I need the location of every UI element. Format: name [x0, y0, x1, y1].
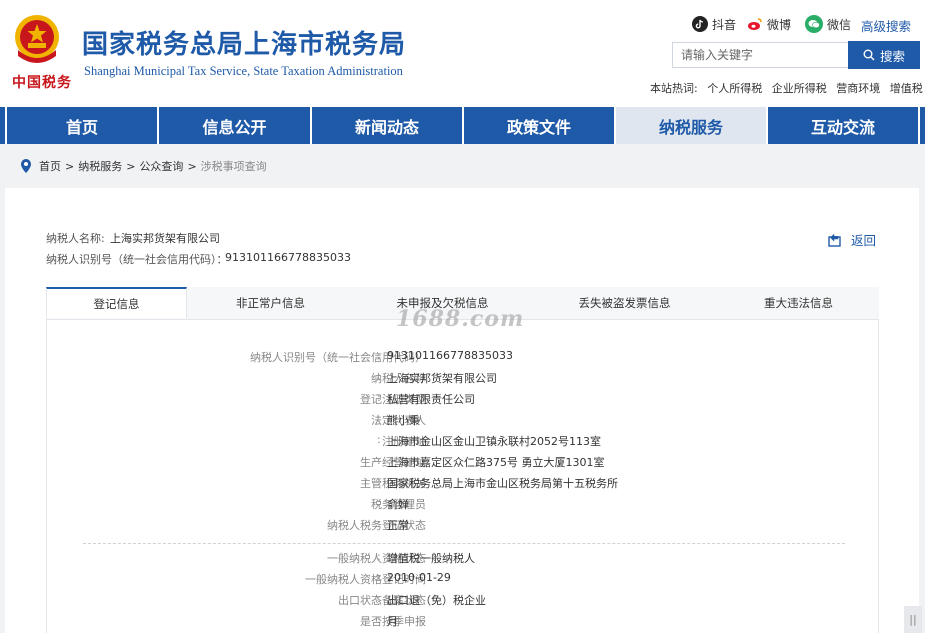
social-weibo[interactable]: 微博 — [747, 15, 791, 33]
detail-value: 上海市嘉定区众仁路375号 勇立大厦1301室 — [387, 456, 605, 469]
wechat-icon — [805, 15, 823, 33]
site-header: 中国税务 国家税务总局上海市税务局 Shanghai Municipal Tax… — [0, 0, 925, 107]
detail-value: 月 — [387, 615, 398, 628]
breadcrumb-item[interactable]: 公众查询 — [139, 158, 183, 174]
site-subtitle: Shanghai Municipal Tax Service, State Ta… — [84, 64, 403, 78]
detail-row: 纳税人名称: 上海实邦货架有限公司 — [47, 370, 880, 390]
national-emblem-icon — [15, 15, 59, 63]
detail-value: 上海市金山区金山卫镇永联村2052号113室 — [387, 435, 601, 448]
registration-detail: 纳税人识别号（统一社会信用代码）:913101166778835033 纳税人名… — [46, 319, 879, 633]
site-title[interactable]: 国家税务总局上海市税务局 — [82, 24, 406, 61]
hot-word[interactable]: 营商环境 — [836, 82, 880, 95]
detail-value: 熊小秉 — [387, 414, 420, 427]
search-input[interactable] — [672, 42, 848, 68]
detail-row: 登记注册类型: 私营有限责任公司 — [47, 391, 880, 411]
douyin-icon — [692, 16, 708, 32]
detail-value: 国家税务总局上海市金山区税务局第十五税务所 — [387, 477, 618, 490]
taxpayer-name: 上海实邦货架有限公司 — [110, 232, 220, 245]
detail-value: 俞婵 — [387, 498, 409, 511]
main-nav: 首页 信息公开 新闻动态 政策文件 纳税服务 互动交流 — [0, 107, 925, 144]
detail-value: 913101166778835033 — [387, 349, 513, 362]
nav-edge — [918, 107, 925, 144]
nav-item-news[interactable]: 新闻动态 — [310, 107, 462, 144]
detail-row: 注册地址: 上海市金山区金山卫镇永联村2052号113室 — [47, 433, 880, 453]
watermark: 1688.com — [396, 306, 525, 332]
breadcrumb-current: 涉税事项查询 — [200, 160, 267, 173]
detail-row: 是否按季申报: 月 — [47, 613, 880, 633]
tab-major-violation[interactable]: 重大违法信息 — [718, 287, 879, 319]
logo-script-text: 中国税务 — [12, 75, 72, 91]
nav-item-home[interactable]: 首页 — [5, 107, 157, 144]
detail-value: 正常 — [387, 519, 409, 532]
social-wechat[interactable]: 微信 — [805, 15, 851, 33]
breadcrumb-item[interactable]: 纳税服务 — [78, 158, 122, 174]
back-icon — [828, 233, 841, 247]
detail-value: 增值税一般纳税人 — [387, 552, 475, 565]
breadcrumb: 首页 > 纳税服务 > 公众查询 > 涉税事项查询 — [20, 158, 267, 174]
location-pin-icon — [21, 159, 31, 173]
tab-abnormal[interactable]: 非正常户信息 — [187, 287, 354, 319]
nav-item-interaction[interactable]: 互动交流 — [766, 107, 918, 144]
search-button-label: 搜索 — [879, 48, 905, 64]
back-button[interactable]: 返回 — [828, 230, 876, 249]
social-label: 抖音 — [712, 17, 737, 32]
hot-words-label: 本站热词: — [650, 82, 698, 95]
search-button[interactable]: 搜索 — [848, 41, 920, 69]
nav-item-tax-service[interactable]: 纳税服务 — [614, 107, 766, 144]
nav-item-info[interactable]: 信息公开 — [157, 107, 310, 144]
back-label: 返回 — [851, 233, 877, 248]
social-label: 微博 — [767, 17, 792, 32]
tab-registration[interactable]: 登记信息 — [46, 287, 187, 318]
taxpayer-id: 913101166778835033 — [225, 251, 351, 264]
detail-row: 生产经营地址: 上海市嘉定区众仁路375号 勇立大厦1301室 — [47, 454, 880, 474]
advanced-search-link[interactable]: 高级搜索 — [861, 16, 911, 35]
detail-value: 2010-01-29 — [387, 571, 451, 584]
detail-row: 出口状态备案状态: 出口退（免）税企业 — [47, 592, 880, 612]
social-label: 微信 — [827, 17, 852, 32]
nav-item-policy[interactable]: 政策文件 — [462, 107, 614, 144]
taxpayer-name-label: 纳税人名称: — [46, 232, 105, 245]
detail-value: 私营有限责任公司 — [387, 393, 475, 406]
detail-row: 一般纳税人资格状态: 增值税一般纳税人 — [47, 550, 880, 570]
detail-value: 出口退（免）税企业 — [387, 594, 486, 607]
hot-word[interactable]: 企业所得税 — [772, 82, 827, 95]
social-douyin[interactable]: 抖音 — [692, 15, 736, 33]
detail-row: 法定代表人: 熊小秉 — [47, 412, 880, 432]
tab-lost-invoice[interactable]: 丢失被盗发票信息 — [531, 287, 718, 319]
detail-row: 一般纳税人资格登记时间:2010-01-29 — [47, 571, 880, 591]
taxpayer-id-label: 纳税人识别号（统一社会信用代码）： — [46, 253, 228, 266]
detail-value: 上海实邦货架有限公司 — [387, 372, 497, 385]
breadcrumb-item[interactable]: 首页 — [39, 158, 61, 174]
detail-row: 主管税务机关: 国家税务总局上海市金山区税务局第十五税务所 — [47, 475, 880, 495]
hot-word[interactable]: 个人所得税 — [707, 82, 762, 95]
hot-word[interactable]: 增值税 — [890, 82, 923, 95]
weibo-icon — [747, 16, 763, 32]
search-icon — [863, 49, 875, 61]
hot-words: 本站热词: 个人所得税 企业所得税 营商环境 增值税 — [650, 80, 925, 96]
detail-row: 税务管理员: 俞婵 — [47, 496, 880, 516]
detail-row: 纳税人税务登记状态: 正常 — [47, 517, 880, 537]
scroll-handle[interactable]: || — [904, 606, 922, 633]
section-divider — [83, 543, 845, 544]
detail-row: 纳税人识别号（统一社会信用代码）:913101166778835033 — [47, 349, 880, 369]
